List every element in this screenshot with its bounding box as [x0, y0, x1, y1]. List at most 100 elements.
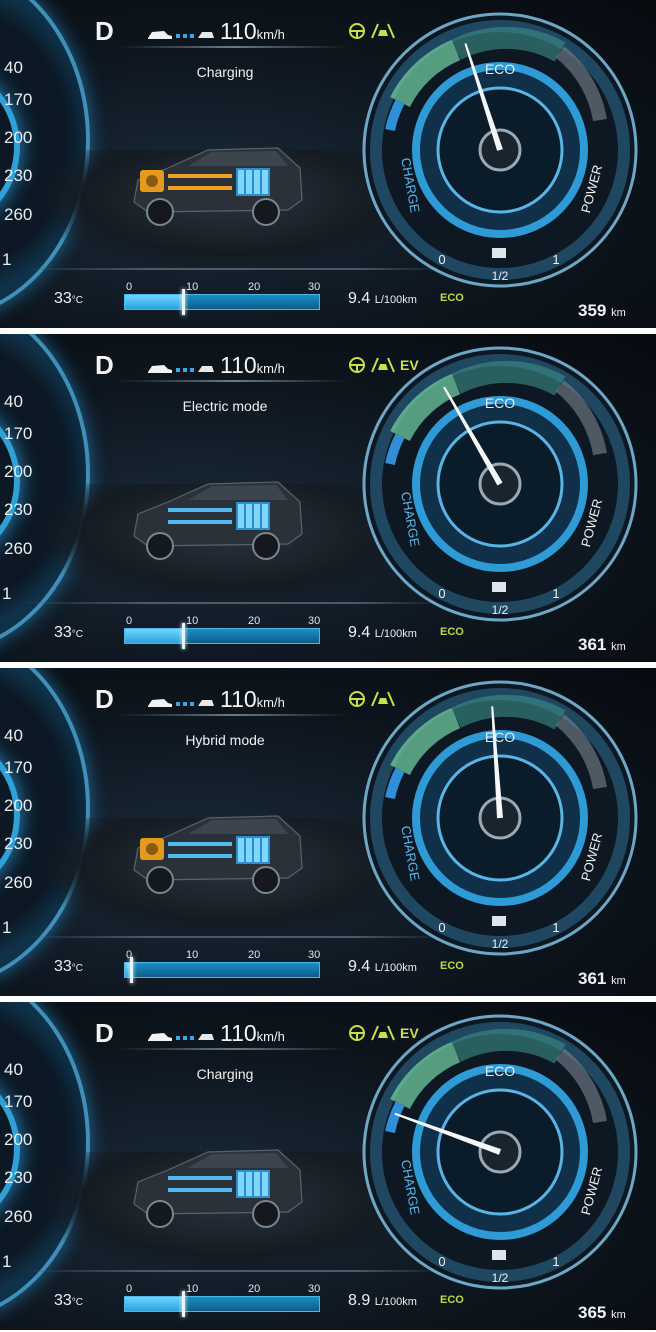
- temp-unit: °C: [71, 1297, 84, 1308]
- gauge-half-label: 1/2: [492, 603, 509, 617]
- dashboard-panel: 40 170 200 230 260 1 D 110km/h: [0, 1002, 656, 1330]
- range-unit: km: [611, 1309, 626, 1321]
- eco-mode-label: ECO: [440, 960, 464, 972]
- power-gauge: ECO CHARGE POWER 0 1/2 1: [362, 346, 638, 622]
- speedo-tick: 230: [4, 166, 33, 185]
- fuel-economy: 8.9 L/100km: [348, 1292, 417, 1310]
- gauge-eco-label: ECO: [485, 61, 515, 77]
- fuel-economy-marker: [129, 957, 133, 983]
- temp-value: 33: [54, 290, 72, 307]
- cruise-speed: 110km/h: [220, 18, 285, 45]
- gauge-zero-label: 0: [438, 586, 445, 601]
- gear-indicator: D: [95, 350, 114, 380]
- battery-icon: [236, 836, 270, 864]
- fuel-pump-icon: [492, 1250, 506, 1260]
- bar-scale-label: 20: [248, 615, 261, 627]
- bar-scale-label: 30: [308, 281, 321, 293]
- gauge-eco-label: ECO: [485, 1063, 515, 1079]
- fuel-economy-bar: [124, 1291, 320, 1317]
- fuel-economy: 9.4 L/100km: [348, 624, 417, 642]
- power-gauge: ECO CHARGE POWER 0 1/2 1: [362, 12, 638, 288]
- temp-value: 33: [54, 1292, 72, 1309]
- speedo-tick: 200: [4, 462, 33, 481]
- speedo-tick: 1: [2, 584, 12, 603]
- gear-indicator: D: [95, 1018, 114, 1048]
- econ-value: 9.4: [348, 624, 371, 641]
- speed-value: 110: [220, 686, 257, 712]
- range-unit: km: [611, 307, 626, 319]
- econ-unit: L/100km: [374, 294, 417, 306]
- cruise-distance-icon: [148, 1033, 214, 1041]
- fuel-economy-marker: [182, 623, 186, 649]
- bar-scale-label: 30: [308, 615, 321, 627]
- cruise-distance-icon: [148, 365, 214, 373]
- fuel-pump-icon: [492, 582, 506, 592]
- driving-range: 359 km: [578, 301, 626, 321]
- bar-scale-label: 10: [186, 949, 199, 961]
- speed-unit: km/h: [256, 1029, 285, 1044]
- econ-value: 9.4: [348, 958, 371, 975]
- speedo-tick: 260: [4, 1207, 33, 1226]
- fuel-economy-marker: [182, 1291, 186, 1317]
- range-value: 361: [578, 635, 607, 654]
- bar-scale-label: 0: [126, 615, 133, 627]
- gauge-one-label: 1: [552, 252, 559, 267]
- speedo-tick: 200: [4, 128, 33, 147]
- bar-scale-label: 10: [186, 1283, 199, 1295]
- gauge-eco-label: ECO: [485, 729, 515, 745]
- fuel-economy-bar-fill: [125, 1297, 184, 1311]
- fuel-bar-scale: 0 10 20 30: [124, 949, 324, 961]
- econ-value: 9.4: [348, 290, 371, 307]
- gear-indicator: D: [95, 684, 114, 714]
- speed-value: 110: [220, 18, 257, 44]
- range-value: 361: [578, 969, 607, 988]
- speedo-tick: 200: [4, 1130, 33, 1149]
- speedo-tick: 230: [4, 834, 33, 853]
- speedo-tick: 1: [2, 918, 12, 937]
- car-energy-flow-illustration: [133, 1149, 303, 1228]
- bar-scale-label: 30: [308, 949, 321, 961]
- econ-unit: L/100km: [374, 962, 417, 974]
- eco-mode-label: ECO: [440, 626, 464, 638]
- speedo-tick: 260: [4, 873, 33, 892]
- fuel-pump-icon: [492, 916, 506, 926]
- fuel-bar-scale: 0 10 20 30: [124, 281, 324, 293]
- speedo-tick: 170: [4, 1092, 33, 1111]
- speedo-tick: 230: [4, 1168, 33, 1187]
- car-energy-flow-illustration: [133, 147, 303, 226]
- outside-temperature: 33°C: [54, 1292, 83, 1310]
- car-energy-flow-illustration: [133, 481, 303, 560]
- fuel-pump-icon: [492, 248, 506, 258]
- cruise-distance-icon: [148, 31, 214, 39]
- bar-scale-label: 10: [186, 281, 199, 293]
- gauge-half-label: 1/2: [492, 1271, 509, 1285]
- fuel-bar-scale: 0 10 20 30: [124, 1283, 324, 1295]
- temp-unit: °C: [71, 963, 84, 974]
- speed-unit: km/h: [256, 695, 285, 710]
- fuel-bar-scale: 0 10 20 30: [124, 615, 324, 627]
- speedo-tick: 1: [2, 1252, 12, 1271]
- car-energy-flow-illustration: [133, 815, 303, 894]
- dashboard-panel: 40 170 200 230 260 1 D 110km/h: [0, 0, 656, 328]
- bar-scale-label: 20: [248, 1283, 261, 1295]
- dashboard-panel: 40 170 200 230 260 1 D 110km/h: [0, 668, 656, 996]
- engine-icon: [140, 838, 164, 860]
- gauge-zero-label: 0: [438, 252, 445, 267]
- fuel-economy-marker: [182, 289, 186, 315]
- cruise-speed: 110km/h: [220, 686, 285, 713]
- range-unit: km: [611, 975, 626, 987]
- range-unit: km: [611, 641, 626, 653]
- battery-icon: [236, 502, 270, 530]
- driving-range: 361 km: [578, 635, 626, 655]
- outside-temperature: 33°C: [54, 958, 83, 976]
- gauge-half-label: 1/2: [492, 937, 509, 951]
- speedo-tick: 260: [4, 539, 33, 558]
- gauge-one-label: 1: [552, 586, 559, 601]
- gauge-half-label: 1/2: [492, 269, 509, 283]
- temp-value: 33: [54, 624, 72, 641]
- fuel-economy-bar-fill: [125, 295, 184, 309]
- speedo-tick: 170: [4, 90, 33, 109]
- eco-mode-label: ECO: [440, 292, 464, 304]
- speed-value: 110: [220, 352, 257, 378]
- bar-scale-label: 0: [126, 281, 133, 293]
